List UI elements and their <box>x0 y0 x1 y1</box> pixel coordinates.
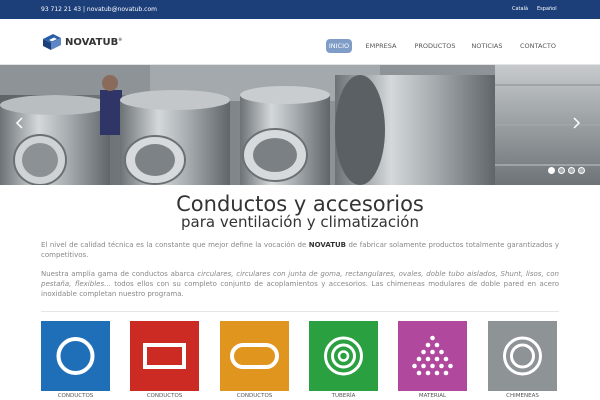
category-label[interactable]: MATERIAL <box>398 393 467 399</box>
nav-noticias[interactable]: NOTICIAS <box>470 39 504 53</box>
double-circle-icon <box>488 321 557 391</box>
category-tile-circular[interactable] <box>41 321 110 391</box>
chevron-left-icon <box>15 117 23 129</box>
circle-icon <box>41 321 110 391</box>
intro-paragraph-1: El nivel de calidad técnica es la consta… <box>41 241 559 259</box>
concentric-circles-icon <box>309 321 378 391</box>
contact-info: 93 712 21 43 | novatub@novatub.com <box>41 6 157 13</box>
language-catalan-link[interactable]: Català <box>512 6 528 12</box>
category-label[interactable]: CONDUCTOS <box>41 393 110 399</box>
logo-mark-icon <box>43 34 61 50</box>
novatub-logo[interactable]: NOVATUB® <box>41 34 123 52</box>
slider-prev-button[interactable] <box>14 115 26 131</box>
slider-dot-2[interactable] <box>558 167 565 174</box>
category-label[interactable]: TUBERÍA <box>309 393 378 399</box>
category-tile-rectangular[interactable] <box>130 321 199 391</box>
hero-image <box>0 65 600 185</box>
category-tile-tuberia[interactable] <box>309 321 378 391</box>
nav-inicio[interactable]: INICIO <box>326 39 352 53</box>
top-bar: 93 712 21 43 | novatub@novatub.com Catal… <box>0 0 600 19</box>
intro-paragraph-2: Nuestra amplia gama de conductos abarca … <box>41 270 559 298</box>
hero-slider[interactable] <box>0 65 600 185</box>
rectangle-icon <box>130 321 199 391</box>
slider-dot-3[interactable] <box>568 167 575 174</box>
page-subtitle: para ventilación y climatización <box>181 213 419 231</box>
dots-triangle-icon <box>398 321 467 391</box>
slider-dot-4[interactable] <box>578 167 585 174</box>
slider-next-button[interactable] <box>570 115 582 131</box>
slider-dot-1[interactable] <box>548 167 555 174</box>
category-tile-oval[interactable] <box>220 321 289 391</box>
oval-icon <box>220 321 289 391</box>
language-spanish-link[interactable]: Español <box>537 6 557 12</box>
nav-productos[interactable]: PRODUCTOS <box>412 39 458 53</box>
nav-contacto[interactable]: CONTACTO <box>516 39 560 53</box>
category-label[interactable]: CONDUCTOS <box>220 393 289 399</box>
category-tile-material[interactable] <box>398 321 467 391</box>
category-tile-chimeneas[interactable] <box>488 321 557 391</box>
divider <box>41 311 559 312</box>
category-label[interactable]: CHIMENEAS <box>488 393 557 399</box>
brand-name: NOVATUB® <box>65 37 123 48</box>
category-label[interactable]: CONDUCTOS <box>130 393 199 399</box>
nav-empresa[interactable]: EMPRESA <box>363 39 399 53</box>
site-header: NOVATUB® INICIO EMPRESA PRODUCTOS NOTICI… <box>0 19 600 65</box>
chevron-right-icon <box>573 117 581 129</box>
